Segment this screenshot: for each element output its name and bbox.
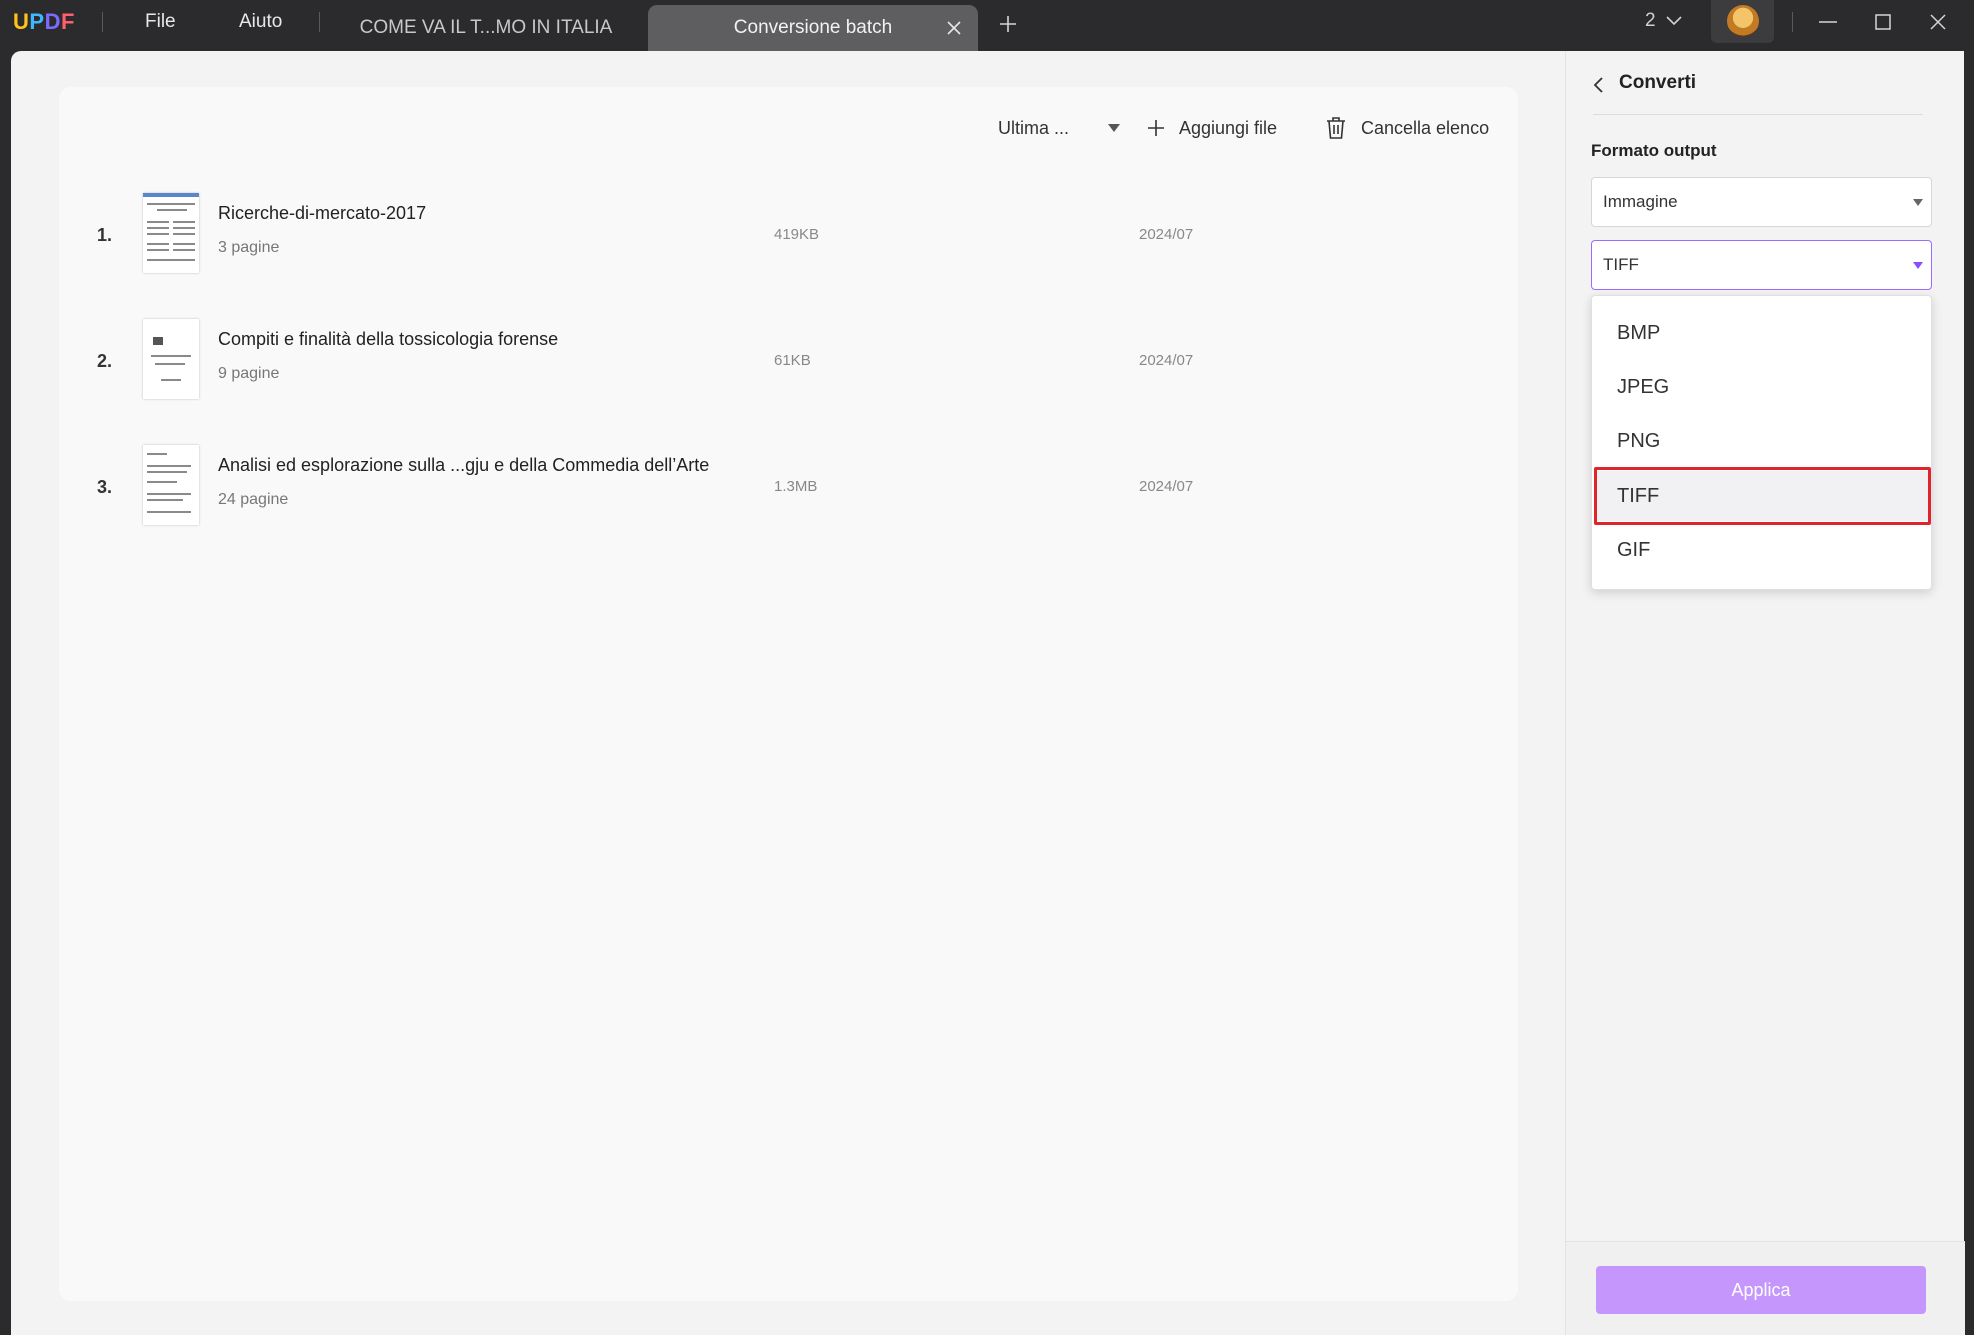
- divider: [1792, 12, 1793, 32]
- minimize-icon[interactable]: [1818, 12, 1838, 32]
- row-index: 1.: [97, 225, 113, 245]
- title-bar: UPDF File Aiuto COME VA IL T...MO IN ITA…: [0, 0, 1974, 51]
- file-date: 2024/07: [1139, 226, 1194, 243]
- file-row[interactable]: 1. Ricerche-di-mercato-2017 3 pagine 419…: [59, 183, 1518, 283]
- trash-icon: [1327, 117, 1345, 139]
- divider: [1593, 114, 1923, 115]
- format-dropdown-menu: BMP JPEG PNG TIFF GIF: [1591, 295, 1932, 590]
- file-date: 2024/07: [1139, 478, 1194, 495]
- file-pages: 3 pagine: [218, 239, 280, 256]
- apply-button[interactable]: Applica: [1596, 1266, 1926, 1314]
- highlight-box: [1594, 467, 1931, 525]
- file-name: Analisi ed esplorazione sulla ...gju e d…: [218, 455, 710, 475]
- image-format-select[interactable]: TIFF: [1591, 240, 1932, 290]
- add-files-label: Aggiungi file: [1179, 118, 1278, 138]
- avatar: [1727, 5, 1759, 37]
- format-option-gif[interactable]: GIF: [1596, 525, 1929, 575]
- file-row[interactable]: 2. Compiti e finalità della tossicologia…: [59, 309, 1518, 409]
- divider: [319, 12, 320, 32]
- maximize-icon[interactable]: [1873, 12, 1893, 32]
- clear-list-label: Cancella elenco: [1361, 118, 1490, 138]
- file-name: Compiti e finalità della tossicologia fo…: [218, 329, 559, 349]
- tab-label: Conversione batch: [733, 17, 893, 38]
- logo-letter: U: [13, 9, 30, 34]
- updf-logo: UPDF: [13, 10, 75, 34]
- row-index: 2.: [97, 351, 113, 371]
- add-files-button[interactable]: Aggiungi file: [1147, 113, 1297, 143]
- sort-select[interactable]: Ultima ...: [998, 113, 1120, 143]
- add-tab-icon[interactable]: [998, 14, 1018, 34]
- panel-footer: Applica: [1566, 1241, 1965, 1335]
- panel-title: Converti: [1619, 72, 1697, 93]
- tab-document[interactable]: COME VA IL T...MO IN ITALIA: [336, 5, 636, 51]
- chevron-down-icon[interactable]: [1665, 14, 1683, 28]
- file-size: 419KB: [774, 226, 820, 243]
- close-tab-icon[interactable]: [946, 20, 962, 36]
- file-size: 1.3MB: [774, 478, 818, 495]
- account-button[interactable]: [1711, 0, 1774, 43]
- sort-label: Ultima ...: [998, 118, 1070, 138]
- window-count[interactable]: 2: [1645, 10, 1656, 32]
- menu-help[interactable]: Aiuto: [239, 11, 282, 33]
- row-index: 3.: [97, 477, 113, 497]
- output-category-select[interactable]: Immagine: [1591, 177, 1932, 227]
- menu-file[interactable]: File: [145, 11, 176, 33]
- clear-list-button[interactable]: Cancella elenco: [1325, 113, 1495, 143]
- select-value: Immagine: [1603, 192, 1678, 211]
- format-option-jpeg[interactable]: JPEG: [1596, 362, 1929, 412]
- file-thumbnail: [143, 193, 199, 273]
- plus-icon: [1148, 120, 1164, 136]
- file-pages: 24 pagine: [218, 491, 289, 508]
- file-date: 2024/07: [1139, 352, 1194, 369]
- logo-letter: P: [29, 9, 45, 34]
- file-size: 61KB: [774, 352, 811, 369]
- format-option-bmp[interactable]: BMP: [1596, 308, 1929, 358]
- logo-letter: D: [44, 9, 61, 34]
- file-pages: 9 pagine: [218, 365, 280, 382]
- output-format-label: Formato output: [1591, 141, 1717, 160]
- format-option-png[interactable]: PNG: [1596, 416, 1929, 466]
- select-value: TIFF: [1603, 255, 1639, 274]
- logo-letter: F: [60, 9, 75, 34]
- file-row[interactable]: 3. Analisi ed esplorazione sulla ...gju …: [59, 435, 1518, 535]
- convert-panel: Converti Formato output Immagine TIFF BM…: [1565, 51, 1965, 1335]
- file-list-panel: Ultima ... Aggiungi file Cancella elenco…: [59, 87, 1518, 1301]
- file-thumbnail: [143, 445, 199, 525]
- caret-down-icon: [1913, 199, 1923, 206]
- file-name: Ricerche-di-mercato-2017: [218, 203, 427, 223]
- caret-down-icon: [1913, 262, 1923, 269]
- divider: [102, 12, 103, 32]
- chevron-left-icon[interactable]: [1592, 76, 1606, 94]
- file-thumbnail: [143, 319, 199, 399]
- close-window-icon[interactable]: [1928, 12, 1948, 32]
- caret-down-icon: [1108, 124, 1120, 132]
- main-area: Ultima ... Aggiungi file Cancella elenco…: [11, 51, 1965, 1335]
- tab-batch-conversion[interactable]: Conversione batch: [648, 5, 978, 51]
